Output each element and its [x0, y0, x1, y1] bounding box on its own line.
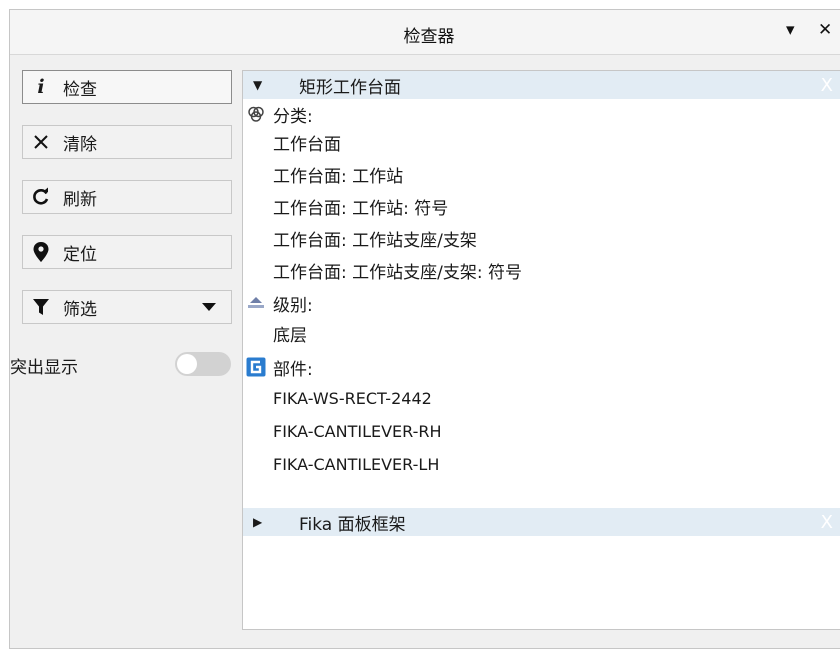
highlight-toggle[interactable]: [175, 352, 231, 376]
inspector-panel: 检查器 ▾ ✕ i 检查 清除 刷新 定位 筛选 突出显示 ▼ 矩形工作台面 X…: [9, 9, 840, 649]
inspect-button-label: 检查: [63, 79, 97, 100]
toolbar: i 检查 清除 刷新 定位 筛选: [22, 70, 232, 345]
funnel-icon: [23, 298, 59, 316]
toggle-knob: [177, 354, 197, 374]
remove-group-button[interactable]: X: [821, 75, 833, 96]
part-icon: [245, 357, 267, 377]
list-item[interactable]: 工作台面: [273, 128, 341, 156]
panel-title: 检查器: [403, 27, 455, 47]
list-item[interactable]: 工作台面: 工作站支座/支架: 符号: [273, 256, 522, 284]
filter-dropdown[interactable]: 筛选: [22, 290, 232, 324]
list-item[interactable]: 工作台面: 工作站: 符号: [273, 192, 448, 220]
locate-button[interactable]: 定位: [22, 235, 232, 269]
group-header-rectangular-worksurface[interactable]: ▼ 矩形工作台面 X: [243, 71, 840, 99]
clear-button[interactable]: 清除: [22, 125, 232, 159]
inspect-button[interactable]: i 检查: [22, 70, 232, 104]
highlight-label: 突出显示: [10, 357, 78, 378]
group-header-fika-panel-frame[interactable]: ▶ Fika 面板框架 X: [243, 508, 840, 536]
group-title: Fika 面板框架: [299, 514, 406, 535]
refresh-icon: [23, 187, 59, 207]
collapse-panel-button[interactable]: ▾: [786, 20, 795, 40]
close-icon: [23, 133, 59, 151]
remove-group-button[interactable]: X: [821, 512, 833, 533]
expand-arrow-icon[interactable]: ▼: [253, 78, 262, 92]
location-pin-icon: [23, 242, 59, 262]
refresh-button[interactable]: 刷新: [22, 180, 232, 214]
level-icon: [245, 293, 267, 313]
expand-arrow-icon[interactable]: ▶: [253, 515, 262, 529]
list-item[interactable]: 工作台面: 工作站: [273, 160, 403, 188]
filter-button-label: 筛选: [63, 299, 97, 320]
clear-button-label: 清除: [63, 134, 97, 155]
list-item[interactable]: FIKA-CANTILEVER-LH: [273, 450, 439, 478]
chevron-down-icon: [201, 299, 217, 320]
close-panel-button[interactable]: ✕: [818, 20, 832, 40]
list-item[interactable]: 底层: [273, 319, 307, 347]
inspection-tree: ▼ 矩形工作台面 X 分类: 工作台面 工作台面: 工作站 工作台面: 工作站:…: [242, 70, 840, 630]
list-item[interactable]: FIKA-WS-RECT-2442: [273, 384, 432, 412]
title-bar: 检查器 ▾ ✕: [10, 10, 840, 55]
section-header-part: 部件:: [245, 355, 313, 380]
section-header-level: 级别:: [245, 291, 313, 316]
section-label: 级别:: [273, 295, 313, 316]
category-icon: [245, 104, 267, 124]
list-item[interactable]: 工作台面: 工作站支座/支架: [273, 224, 477, 252]
info-icon: i: [37, 76, 45, 98]
list-item[interactable]: FIKA-CANTILEVER-RH: [273, 417, 442, 445]
section-label: 分类:: [273, 106, 313, 127]
refresh-button-label: 刷新: [63, 189, 97, 210]
section-label: 部件:: [273, 359, 313, 380]
group-title: 矩形工作台面: [299, 77, 401, 98]
section-header-category: 分类:: [245, 102, 313, 127]
locate-button-label: 定位: [63, 244, 97, 265]
